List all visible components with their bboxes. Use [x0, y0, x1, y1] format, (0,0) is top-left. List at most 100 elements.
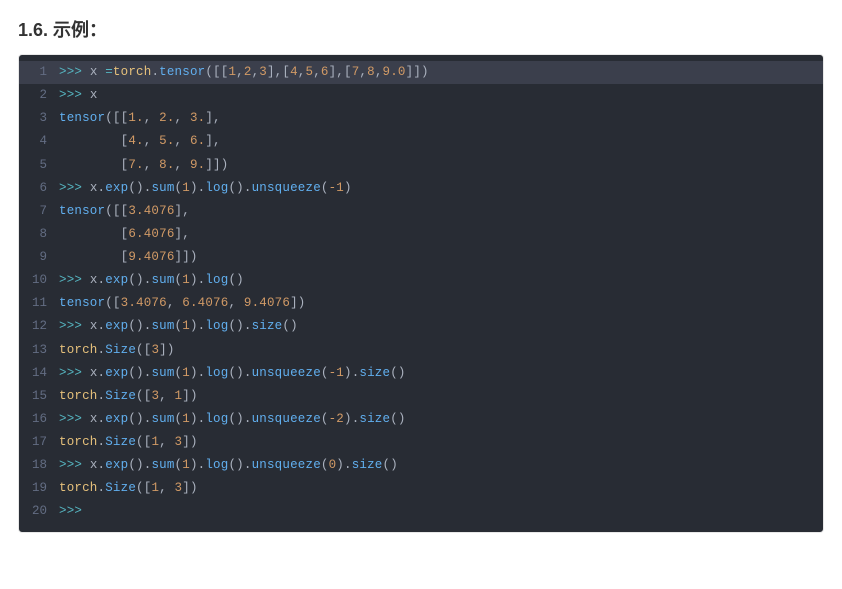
code-line: 18>>> x.exp().sum(1).log().unsqueeze(0).…: [19, 454, 823, 477]
code-token: Size: [105, 435, 136, 449]
code-token: ],: [205, 111, 220, 125]
code-token: 6.: [190, 134, 205, 148]
code-token: ,: [159, 435, 174, 449]
code-token: >>>: [59, 65, 90, 79]
line-number: 5: [19, 154, 51, 177]
line-number: 17: [19, 431, 51, 454]
code-token: ).: [190, 181, 205, 195]
code-content: [9.4076]]): [51, 246, 198, 269]
code-token: ],[: [329, 65, 352, 79]
code-content: [7., 8., 9.]]): [51, 154, 228, 177]
code-token: ().: [228, 181, 251, 195]
section-heading: 1.6. 示例：: [18, 16, 824, 42]
code-token: 7.: [128, 158, 143, 172]
code-line: 4 [4., 5., 6.],: [19, 130, 823, 153]
code-token: size: [359, 366, 390, 380]
code-token: torch: [59, 389, 98, 403]
code-line: 14>>> x.exp().sum(1).log().unsqueeze(-1)…: [19, 362, 823, 385]
code-token: ]): [182, 389, 197, 403]
code-token: unsqueeze: [252, 181, 321, 195]
code-token: tensor: [59, 204, 105, 218]
code-token: ],: [175, 204, 190, 218]
code-token: ,: [298, 65, 306, 79]
code-token: [: [59, 134, 128, 148]
code-token: x: [90, 88, 98, 102]
code-token: x: [90, 319, 98, 333]
code-token: x: [90, 412, 98, 426]
code-token: ,: [236, 65, 244, 79]
line-number: 19: [19, 477, 51, 500]
code-token: sum: [151, 181, 174, 195]
code-token: =: [105, 65, 113, 79]
code-token: ,: [359, 65, 367, 79]
code-content: >>>: [51, 500, 82, 523]
code-token: torch: [59, 435, 98, 449]
code-token: (): [282, 319, 297, 333]
code-token: 9.4076: [244, 296, 290, 310]
code-token: unsqueeze: [252, 366, 321, 380]
code-content: torch.Size([3]): [51, 339, 175, 362]
code-token: ().: [128, 319, 151, 333]
code-content: >>> x.exp().sum(1).log().size(): [51, 315, 298, 338]
code-token: log: [205, 412, 228, 426]
line-number: 7: [19, 200, 51, 223]
code-token: 4.: [128, 134, 143, 148]
code-line: 19torch.Size([1, 3]): [19, 477, 823, 500]
code-token: 9.0: [383, 65, 406, 79]
code-token: log: [205, 366, 228, 380]
code-token: 1: [182, 366, 190, 380]
code-token: ().: [128, 412, 151, 426]
code-content: torch.Size([3, 1]): [51, 385, 198, 408]
code-token: ([: [136, 481, 151, 495]
code-token: size: [359, 412, 390, 426]
code-token: (): [228, 273, 243, 287]
code-token: ().: [128, 458, 151, 472]
code-token: x: [90, 181, 98, 195]
code-content: torch.Size([1, 3]): [51, 431, 198, 454]
code-line: 11tensor([3.4076, 6.4076, 9.4076]): [19, 292, 823, 315]
code-line: 10>>> x.exp().sum(1).log(): [19, 269, 823, 292]
line-number: 11: [19, 292, 51, 315]
code-token: ,: [144, 134, 159, 148]
code-token: 9.4076: [128, 250, 174, 264]
code-token: >>>: [59, 504, 82, 518]
code-token: ([[: [105, 111, 128, 125]
code-token: sum: [151, 458, 174, 472]
code-token: torch: [59, 343, 98, 357]
code-token: >>>: [59, 319, 90, 333]
code-token: x: [90, 273, 98, 287]
line-number: 16: [19, 408, 51, 431]
code-token: ).: [336, 458, 351, 472]
code-token: ([: [136, 389, 151, 403]
code-content: >>> x.exp().sum(1).log(): [51, 269, 244, 292]
code-token: 2: [244, 65, 252, 79]
code-token: ().: [128, 273, 151, 287]
code-token: tensor: [59, 296, 105, 310]
code-token: unsqueeze: [252, 458, 321, 472]
code-token: ],[: [267, 65, 290, 79]
code-content: >>> x.exp().sum(1).log().unsqueeze(-2).s…: [51, 408, 406, 431]
code-token: ).: [190, 458, 205, 472]
code-token: [: [59, 158, 128, 172]
code-token: ).: [344, 366, 359, 380]
code-token: 1.: [128, 111, 143, 125]
code-content: >>> x =torch.tensor([[1,2,3],[4,5,6],[7,…: [51, 61, 429, 84]
code-token: log: [205, 181, 228, 195]
code-token: ).: [190, 366, 205, 380]
code-token: ,: [228, 296, 243, 310]
code-token: 6.4076: [182, 296, 228, 310]
code-token: ([[: [105, 204, 128, 218]
line-number: 13: [19, 339, 51, 362]
code-token: torch: [59, 481, 98, 495]
code-content: tensor([[3.4076],: [51, 200, 190, 223]
code-token: ).: [344, 412, 359, 426]
code-token: 3.4076: [128, 204, 174, 218]
code-token: ().: [228, 319, 251, 333]
code-token: size: [352, 458, 383, 472]
code-token: (): [390, 412, 405, 426]
code-token: ,: [159, 389, 174, 403]
code-token: >>>: [59, 273, 90, 287]
line-number: 18: [19, 454, 51, 477]
code-token: ,: [175, 111, 190, 125]
line-number: 1: [19, 61, 51, 84]
